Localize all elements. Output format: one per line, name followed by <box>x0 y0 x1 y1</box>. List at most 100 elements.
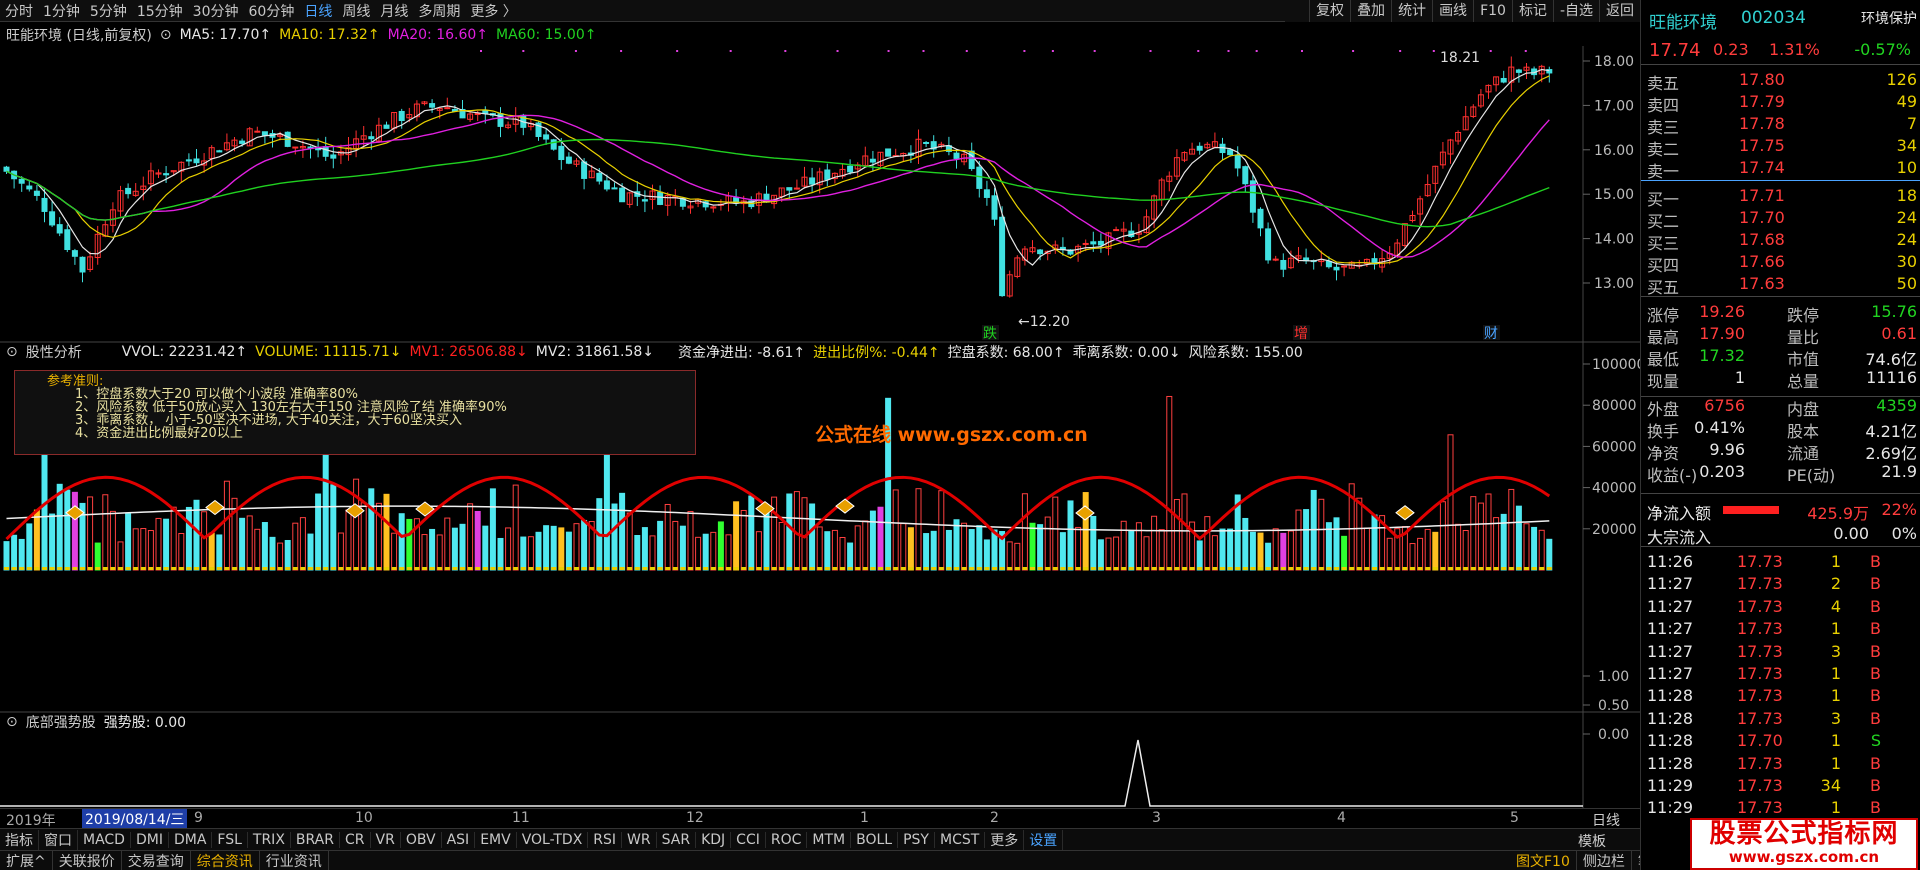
event-marker[interactable]: 财 <box>1484 326 1498 342</box>
period-label[interactable]: 日线 <box>1592 810 1620 830</box>
volume-base <box>733 567 739 570</box>
template-button[interactable]: 模板 <box>1578 831 1606 851</box>
volume-bar <box>292 522 299 571</box>
volume-bar <box>436 534 443 571</box>
event-marker[interactable]: 跌 <box>983 326 997 342</box>
toolbar-button[interactable]: 画线 <box>1432 0 1473 22</box>
indicator-tab[interactable]: 设置 <box>1024 829 1064 850</box>
indicator-tab[interactable]: 更多 <box>985 829 1025 850</box>
indicator-tab[interactable]: MACD <box>78 831 131 848</box>
selected-date[interactable]: 2019/08/14/三 <box>82 809 188 829</box>
volume-base <box>1539 567 1545 570</box>
toolbar-button[interactable]: 统计 <box>1391 0 1432 22</box>
menu-item[interactable]: 5分钟 <box>85 1 132 21</box>
volume-base <box>1052 567 1058 570</box>
volume-bar <box>1462 530 1469 571</box>
stat-value: 15.76 <box>1871 302 1917 321</box>
indicator-tab[interactable]: 指标 <box>0 829 39 850</box>
indicator-tab[interactable]: MCST <box>935 831 986 848</box>
volume-base <box>938 567 944 570</box>
volume-bar <box>1341 535 1348 571</box>
signal-diamond <box>835 498 855 514</box>
indicator-tab[interactable]: RSI <box>588 831 623 848</box>
candle-body <box>56 224 63 234</box>
status-item[interactable]: 行业资讯 <box>260 850 329 870</box>
indicator-tab[interactable]: CCI <box>731 831 766 848</box>
menu-item[interactable]: 60分钟 <box>244 1 300 21</box>
stat-row: 现量 1 总量 11116 <box>1641 366 1920 391</box>
menu-item[interactable]: 日线 <box>299 1 337 21</box>
status-item[interactable]: 关联报价 <box>53 850 122 870</box>
candle-body <box>33 190 40 196</box>
status-right-item[interactable]: 图文F10 <box>1510 851 1577 870</box>
indicator-tab[interactable]: FSL <box>212 831 248 848</box>
toolbar-button[interactable]: 标记 <box>1511 0 1553 22</box>
tick-side: B <box>1870 686 1881 706</box>
candle-body <box>565 156 572 164</box>
volume-bar <box>109 510 116 571</box>
volume-bar <box>1515 505 1522 571</box>
volume-bar <box>239 517 246 571</box>
date-axis[interactable]: 2019年 2019/08/14/三 9 10 11 12 1 2 3 4 5 日线 <box>0 808 1640 830</box>
stat-value: 19.26 <box>1699 302 1745 321</box>
menu-item[interactable]: 周线 <box>337 1 375 21</box>
indicator-tab[interactable]: MTM <box>807 831 852 848</box>
signal-dot <box>887 50 890 52</box>
indicator-tab[interactable]: OBV <box>401 831 442 848</box>
menu-item[interactable]: 更多 〉 <box>465 1 521 21</box>
volume-base <box>954 567 959 570</box>
indicator-tab[interactable]: WR <box>622 831 657 848</box>
volume-base <box>1166 567 1172 570</box>
indicator-tab[interactable]: VOL-TDX <box>517 831 589 848</box>
event-marker[interactable]: 增 <box>1294 326 1308 342</box>
collapse-icon[interactable]: ⊙ <box>6 714 18 730</box>
menu-item[interactable]: 15分钟 <box>132 1 188 21</box>
toolbar-button[interactable]: 返回 <box>1599 0 1640 22</box>
volume-base <box>824 567 830 570</box>
menu-item[interactable]: 1分钟 <box>38 1 85 21</box>
status-right-item[interactable]: 侧边栏 <box>1577 851 1632 870</box>
volume-base <box>353 567 359 570</box>
toolbar-button[interactable]: F10 <box>1473 0 1512 22</box>
indicator-tab[interactable]: CR <box>340 831 371 848</box>
collapse-icon[interactable]: ⊙ <box>6 344 18 360</box>
month-label: 11 <box>512 810 530 826</box>
candle-body <box>18 178 25 184</box>
stock-title: 旺能环境 (日线,前复权) <box>6 28 152 44</box>
volume-base <box>194 567 199 570</box>
price-tick-label: 16.00 <box>1594 143 1634 159</box>
status-item[interactable]: 综合资讯 <box>191 850 260 870</box>
toolbar-button[interactable]: 叠加 <box>1350 0 1391 22</box>
volume-bar <box>1508 488 1515 571</box>
collapse-icon[interactable]: ⊙ <box>160 27 172 43</box>
candle-body <box>923 141 930 144</box>
status-item[interactable]: 扩展^ <box>0 850 53 870</box>
indicator-tab[interactable]: EMV <box>475 831 517 848</box>
menu-item[interactable]: 多周期 <box>413 1 465 21</box>
indicator-tab[interactable]: PSY <box>898 831 935 848</box>
divider <box>1641 546 1920 547</box>
toolbar-button[interactable]: 复权 <box>1309 0 1350 22</box>
menu-item[interactable]: 月线 <box>375 1 413 21</box>
stat-row: 最低 17.32 市值 74.6亿 <box>1641 344 1920 369</box>
volume-bar <box>1173 499 1180 571</box>
menu-item[interactable]: 分时 <box>0 1 38 21</box>
indicator-tab[interactable]: ASI <box>442 831 476 848</box>
menu-item[interactable]: 30分钟 <box>188 1 244 21</box>
indicator-tab[interactable]: KDJ <box>696 831 732 848</box>
indicator-tab[interactable]: 窗口 <box>39 829 78 850</box>
volume-base <box>976 567 982 570</box>
volume-base <box>1379 567 1385 570</box>
indicator-tab[interactable]: DMI <box>131 831 169 848</box>
volume-bar <box>520 536 527 571</box>
indicator-tab[interactable]: BOLL <box>851 831 899 848</box>
indicator-tab[interactable]: VR <box>371 831 401 848</box>
indicator-tab[interactable]: DMA <box>169 831 213 848</box>
indicator-tab[interactable]: ROC <box>766 831 808 848</box>
volume-bar <box>1166 395 1173 571</box>
status-item[interactable]: 交易查询 <box>122 850 191 870</box>
toolbar-button[interactable]: -自选 <box>1552 0 1599 22</box>
indicator-tab[interactable]: BRAR <box>291 831 340 848</box>
indicator-tab[interactable]: SAR <box>657 831 697 848</box>
indicator-tab[interactable]: TRIX <box>248 831 291 848</box>
